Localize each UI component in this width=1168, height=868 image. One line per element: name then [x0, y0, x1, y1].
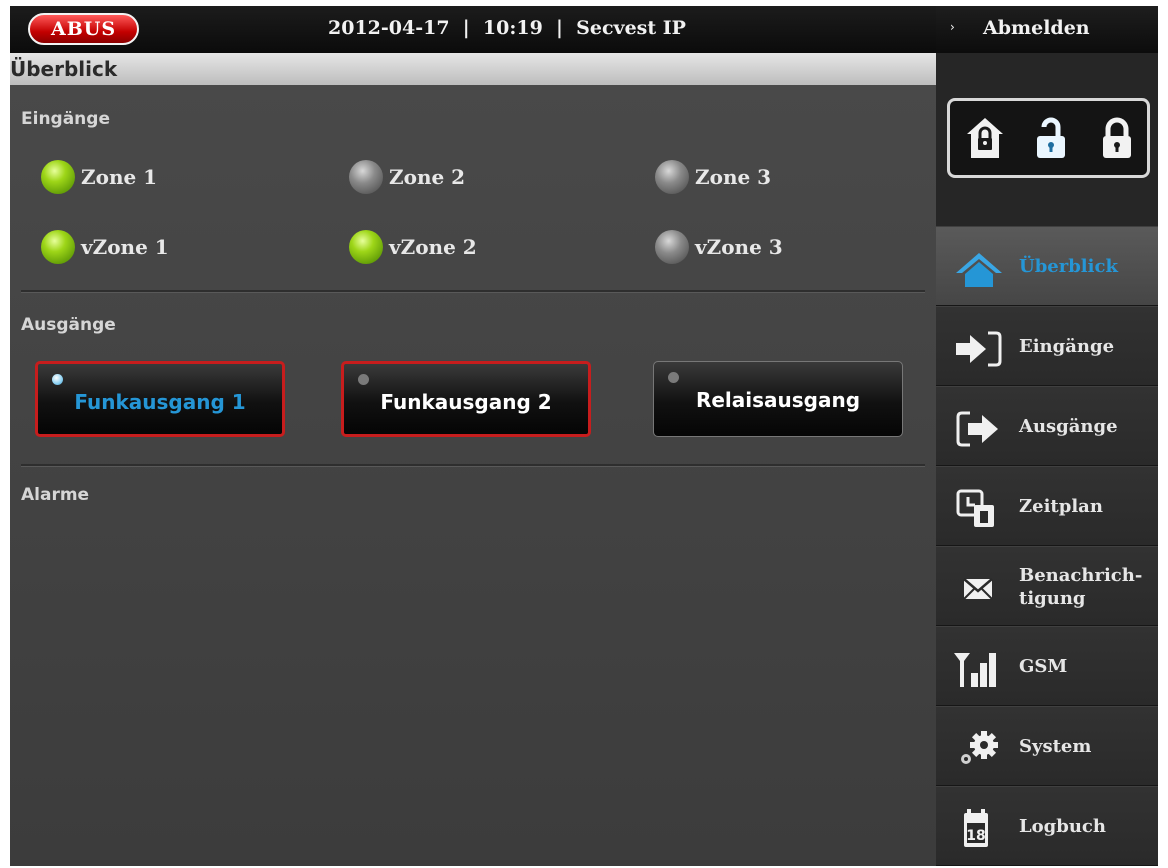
arrow-out-icon: [956, 411, 998, 447]
sidebar-item-label: Logbuch: [1019, 816, 1106, 837]
output-led: [668, 372, 679, 383]
lock-icon[interactable]: [1085, 106, 1149, 170]
arm-mode-selector: [947, 98, 1150, 178]
sidebar-item-logbuch[interactable]: 18 Logbuch: [936, 786, 1158, 866]
zone-label: vZone 3: [695, 235, 783, 259]
chevron-right-icon: ›: [950, 20, 955, 34]
section-title-inputs: Eingänge: [21, 109, 110, 129]
sidebar-item-label: Zeitplan: [1019, 496, 1103, 517]
header-bar: ABUS 2012-04-17 | 10:19 | Secvest IP: [10, 6, 936, 53]
zone-indicator: Zone 1: [41, 160, 157, 194]
arrow-in-icon: [956, 331, 1002, 367]
output-led: [358, 374, 369, 385]
zone-indicator: Zone 2: [349, 160, 465, 194]
zone-label: Zone 2: [389, 165, 466, 189]
sidebar-item-ausgaenge[interactable]: Ausgänge: [936, 386, 1158, 466]
zone-led: [655, 230, 689, 264]
section-divider: [21, 464, 925, 467]
sidebar-item-label: System: [1019, 736, 1092, 757]
sidebar-item-system[interactable]: System: [936, 706, 1158, 786]
sidebar-item-benachrichtigung[interactable]: Benachrich- tigung: [936, 546, 1158, 626]
sidebar-item-zeitplan[interactable]: Zeitplan: [936, 466, 1158, 546]
logout-label: Abmelden: [983, 17, 1090, 39]
unlock-icon[interactable]: [1019, 106, 1083, 170]
output-button-funkausgang-1[interactable]: Funkausgang 1: [35, 361, 285, 437]
zone-led: [349, 160, 383, 194]
logout-button[interactable]: › Abmelden: [936, 6, 1158, 53]
title-bar: Überblick: [10, 53, 936, 85]
sidebar-item-ueberblick[interactable]: Überblick: [936, 226, 1158, 306]
zone-led: [41, 230, 75, 264]
svg-text:18: 18: [966, 828, 985, 844]
section-title-outputs: Ausgänge: [21, 315, 116, 335]
signal-icon: [954, 653, 996, 687]
zone-label: Zone 1: [81, 165, 158, 189]
sidebar-item-label: GSM: [1019, 656, 1068, 677]
output-label: Funkausgang 1: [74, 390, 246, 414]
sidebar-item-label: Überblick: [1019, 256, 1118, 277]
envelope-icon: [963, 578, 993, 600]
output-label: Funkausgang 2: [380, 390, 552, 414]
zone-indicator: vZone 1: [41, 230, 169, 264]
home-lock-icon[interactable]: [953, 106, 1017, 170]
zone-indicator: vZone 3: [655, 230, 783, 264]
calendar-icon: 18: [964, 809, 988, 847]
zone-label: Zone 3: [695, 165, 772, 189]
clock-calendar-icon: [956, 489, 994, 527]
header-info: 2012-04-17 | 10:19 | Secvest IP: [328, 17, 686, 39]
output-button-relaisausgang[interactable]: Relaisausgang: [653, 361, 903, 437]
sidebar-item-eingaenge[interactable]: Eingänge: [936, 306, 1158, 386]
main-content: Eingänge Zone 1 Zone 2 Zone 3 vZone 1 vZ…: [10, 85, 936, 866]
zone-led: [655, 160, 689, 194]
section-divider: [21, 290, 925, 293]
sidebar-item-label: Eingänge: [1019, 336, 1115, 357]
zone-label: vZone 1: [81, 235, 169, 259]
zone-indicator: vZone 2: [349, 230, 477, 264]
sidebar-item-label: Ausgänge: [1019, 416, 1118, 437]
gears-icon: [961, 731, 998, 764]
output-button-funkausgang-2[interactable]: Funkausgang 2: [341, 361, 591, 437]
zone-led: [41, 160, 75, 194]
page-title: Überblick: [10, 57, 118, 81]
zone-indicator: Zone 3: [655, 160, 771, 194]
output-led: [52, 374, 63, 385]
sidebar: › Abmelden Überblick Eingänge Ausgänge Z…: [936, 6, 1158, 866]
section-title-alarms: Alarme: [21, 485, 90, 505]
sidebar-item-label: Benachrich- tigung: [1019, 565, 1143, 609]
sidebar-item-gsm[interactable]: GSM: [936, 626, 1158, 706]
home-icon: [956, 253, 1002, 287]
zone-label: vZone 2: [389, 235, 477, 259]
abus-logo: ABUS: [28, 13, 139, 45]
app-window: ABUS 2012-04-17 | 10:19 | Secvest IP Übe…: [10, 6, 1158, 866]
zone-led: [349, 230, 383, 264]
output-label: Relaisausgang: [695, 388, 861, 412]
